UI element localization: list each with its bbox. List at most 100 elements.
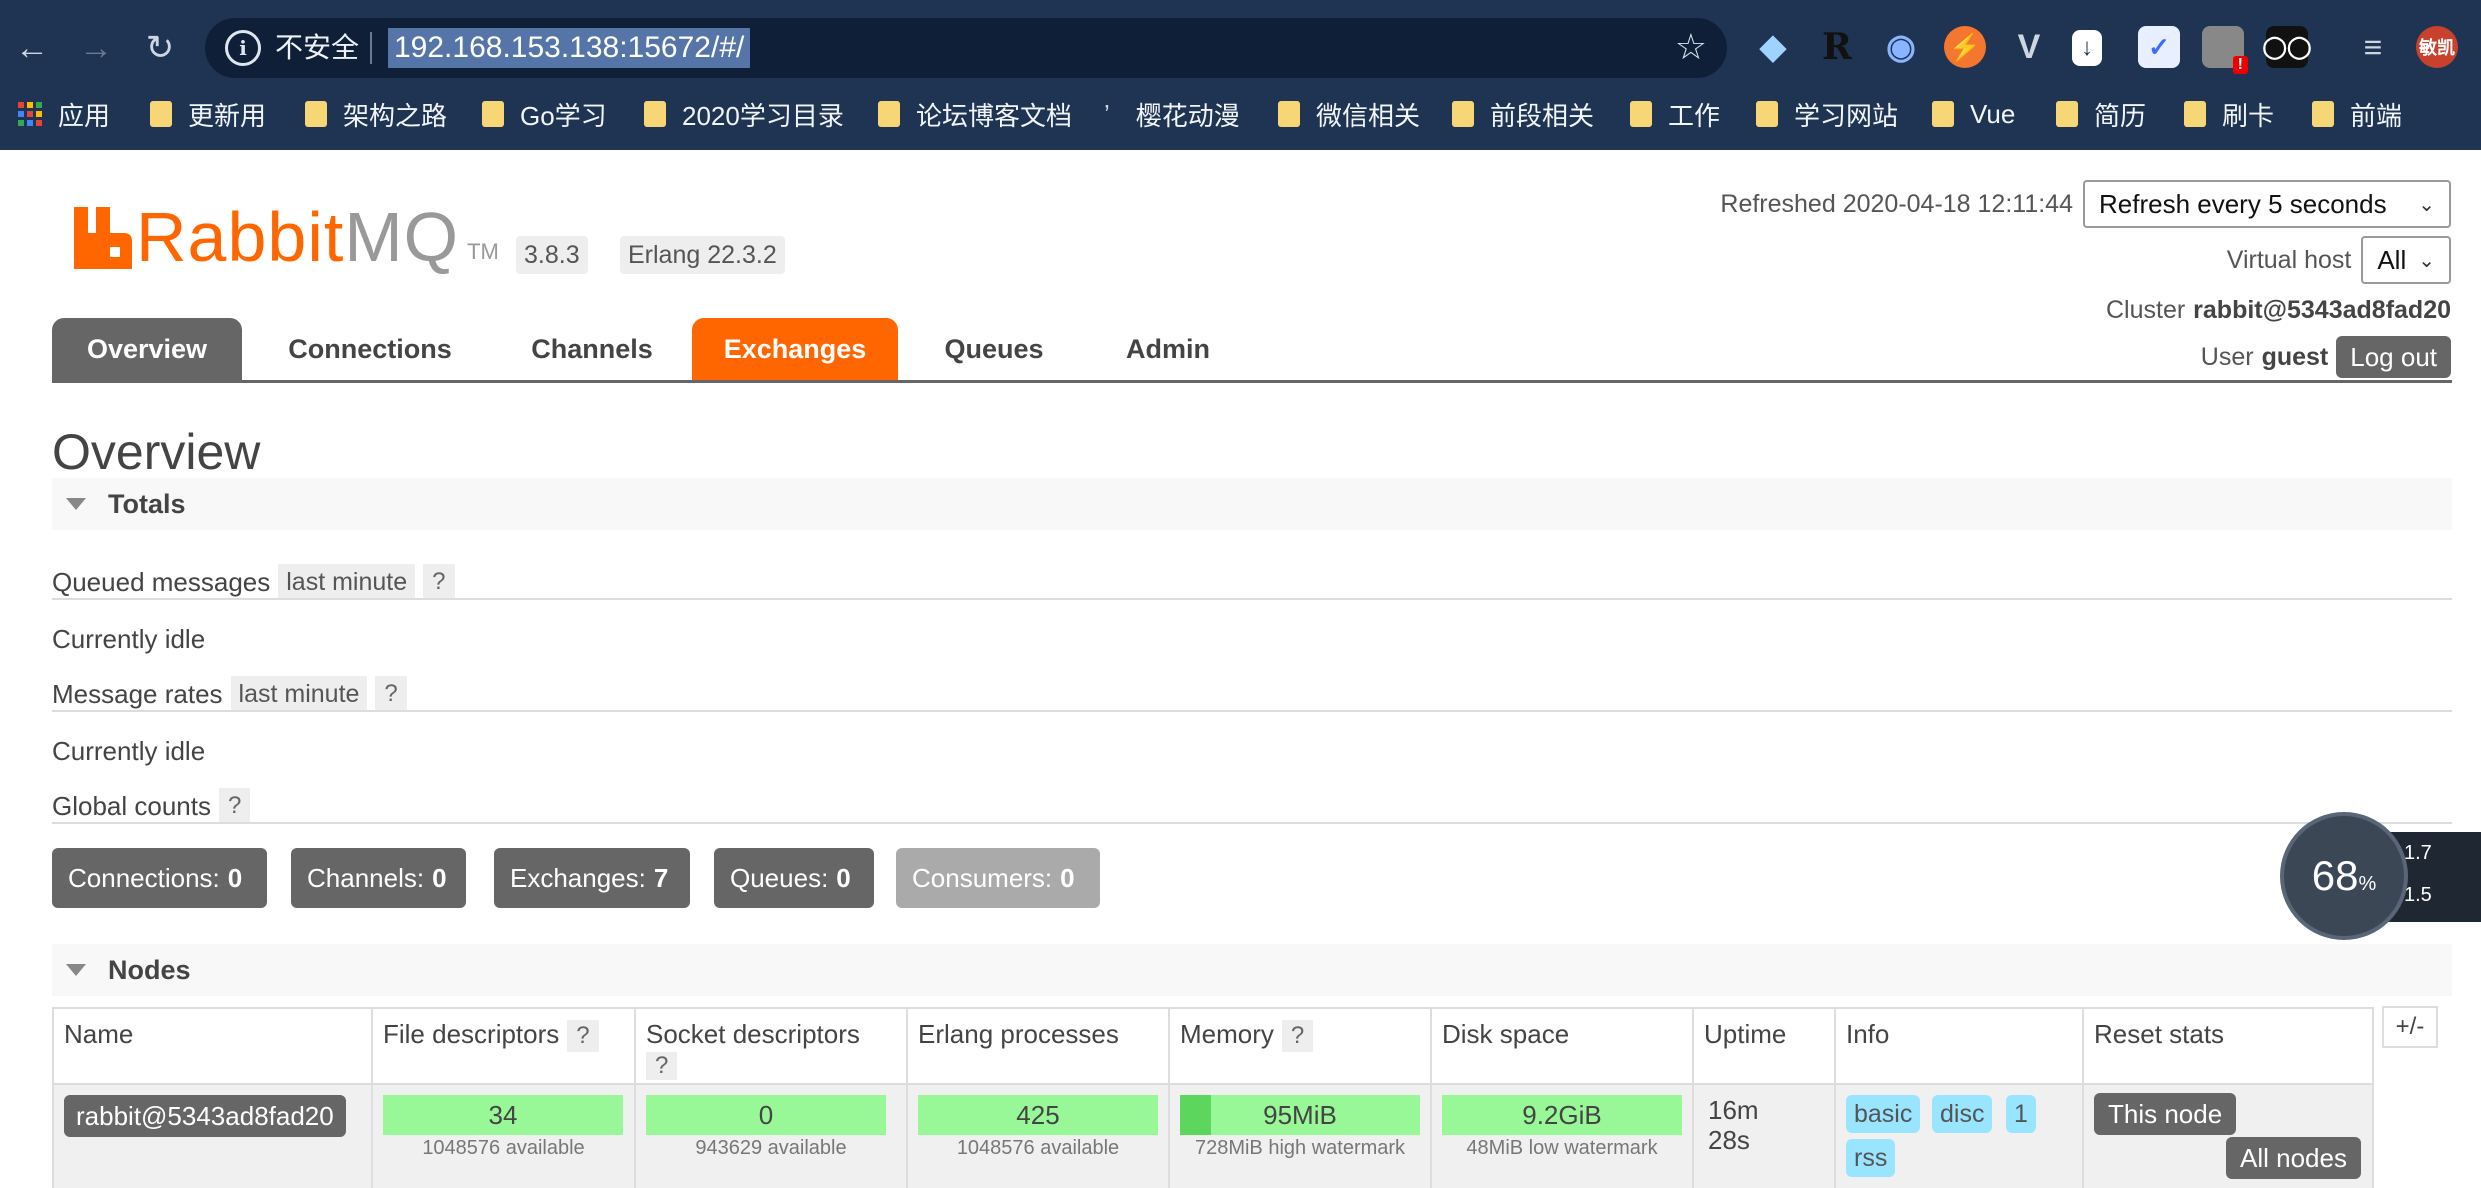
bookmark-link[interactable]: ’ 樱花动漫 bbox=[1104, 92, 1240, 136]
back-icon[interactable]: ← bbox=[8, 24, 56, 72]
puzzle-extension-icon[interactable]: ! bbox=[2202, 26, 2248, 74]
reload-icon[interactable]: ↻ bbox=[136, 24, 184, 72]
help-button[interactable]: ? bbox=[646, 1052, 678, 1080]
download-speed: 1.5 bbox=[2404, 884, 2432, 906]
divider bbox=[52, 710, 2452, 712]
bookmark-folder[interactable]: Go学习 bbox=[482, 92, 607, 136]
diamond-extension-icon[interactable]: ◆ bbox=[1752, 26, 1794, 68]
address-bar[interactable]: i 不安全 192.168.153.138:15672/#/ ☆ bbox=[205, 18, 1727, 78]
bookmark-apps[interactable]: 应用 bbox=[18, 92, 110, 136]
profile-avatar[interactable]: 敏凯 bbox=[2416, 26, 2458, 68]
vue-extension-icon[interactable]: V bbox=[2008, 26, 2050, 68]
bookmark-label: 2020学习目录 bbox=[682, 100, 844, 131]
connections-count-button[interactable]: Connections: 0 bbox=[52, 848, 267, 908]
tab-admin[interactable]: Admin bbox=[1088, 318, 1248, 380]
queues-count-button[interactable]: Queues: 0 bbox=[714, 848, 874, 908]
memory-bar: 95MiB bbox=[1180, 1095, 1420, 1135]
column-header-file-descriptors: File descriptors? bbox=[373, 1009, 636, 1083]
bookmark-folder[interactable]: 学习网站 bbox=[1756, 92, 1898, 136]
bookmark-folder[interactable]: 工作 bbox=[1630, 92, 1720, 136]
cell-node-name: rabbit@5343ad8fad20 bbox=[54, 1083, 373, 1188]
help-button[interactable]: ? bbox=[1281, 1020, 1314, 1052]
columns-toggle-button[interactable]: +/- bbox=[2382, 1006, 2438, 1048]
rabbitmq-version-badge: 3.8.3 bbox=[516, 236, 588, 274]
help-button[interactable]: ? bbox=[423, 564, 455, 600]
virtual-host-label: Virtual host bbox=[2226, 245, 2352, 274]
rocket-extension-icon[interactable]: ⚡ bbox=[1944, 26, 1986, 68]
bookmark-label: 更新用 bbox=[188, 100, 267, 131]
bookmark-folder[interactable]: 更新用 bbox=[150, 92, 266, 136]
help-button[interactable]: ? bbox=[567, 1020, 599, 1052]
nodes-section-header[interactable]: Nodes bbox=[52, 944, 2452, 996]
info-tag: disc bbox=[1932, 1095, 1993, 1133]
site-info-icon[interactable]: i bbox=[225, 30, 261, 66]
tab-exchanges[interactable]: Exchanges bbox=[692, 318, 898, 380]
channels-count-button[interactable]: Channels: 0 bbox=[291, 848, 466, 908]
node-name-link[interactable]: rabbit@5343ad8fad20 bbox=[64, 1095, 346, 1137]
help-button[interactable]: ? bbox=[375, 676, 407, 712]
virtual-host-select[interactable]: All ⌄ bbox=[2361, 236, 2451, 284]
download-extension-icon[interactable]: ↓ bbox=[2072, 30, 2102, 66]
media-queue-icon[interactable]: ≡ bbox=[2352, 26, 2394, 68]
rates-range-selector[interactable]: last minute bbox=[230, 676, 368, 712]
folder-icon bbox=[482, 101, 504, 127]
cell-socket-descriptors: 0 943629 available bbox=[636, 1083, 908, 1188]
tab-queues[interactable]: Queues bbox=[908, 318, 1080, 380]
refresh-interval-select[interactable]: Refresh every 5 seconds ⌄ bbox=[2083, 180, 2451, 228]
consumers-count-button[interactable]: Consumers: 0 bbox=[896, 848, 1100, 908]
logo-tm-text: TM bbox=[467, 239, 499, 264]
bookmark-star-icon[interactable]: ☆ bbox=[1675, 26, 1707, 68]
column-header-uptime: Uptime bbox=[1694, 1009, 1836, 1083]
count-label: Connections: bbox=[68, 862, 220, 893]
bookmark-folder[interactable]: 前端 bbox=[2312, 92, 2402, 136]
folder-icon bbox=[1452, 101, 1474, 127]
queued-messages-row: Queued messages last minute ? bbox=[52, 562, 455, 602]
cell-memory: 95MiB 728MiB high watermark bbox=[1170, 1083, 1432, 1188]
bookmark-folder[interactable]: 微信相关 bbox=[1278, 92, 1420, 136]
reset-this-node-button[interactable]: This node bbox=[2094, 1093, 2237, 1135]
tab-connections[interactable]: Connections bbox=[252, 318, 488, 380]
column-header-name: Name bbox=[54, 1009, 373, 1083]
folder-icon bbox=[1278, 101, 1300, 127]
glasses-extension-icon[interactable]: ◯◯ bbox=[2262, 26, 2312, 68]
message-rates-status: Currently idle bbox=[52, 736, 206, 766]
tab-channels[interactable]: Channels bbox=[492, 318, 692, 380]
cell-info: basic disc 1 rss bbox=[1836, 1083, 2084, 1188]
bookmark-label: 论坛博客文档 bbox=[916, 100, 1073, 131]
file-descriptors-available: 1048576 available bbox=[422, 1137, 585, 1159]
page-title: Overview bbox=[52, 424, 261, 480]
tab-overview[interactable]: Overview bbox=[52, 318, 242, 380]
bookmark-folder[interactable]: 刷卡 bbox=[2184, 92, 2274, 136]
erlang-processes-available: 1048576 available bbox=[956, 1137, 1120, 1159]
bookmark-folder[interactable]: 前段相关 bbox=[1452, 92, 1594, 136]
info-tag: rss bbox=[1846, 1139, 1896, 1177]
network-speed-widget[interactable]: ↑ 1.7 ↓ 1.5 68% bbox=[2284, 816, 2481, 936]
bookmark-folder[interactable]: 2020学习目录 bbox=[644, 92, 844, 136]
totals-section-header[interactable]: Totals bbox=[52, 478, 2452, 530]
collapse-triangle-icon bbox=[66, 964, 86, 976]
bookmark-label: 学习网站 bbox=[1794, 100, 1899, 131]
address-separator bbox=[370, 32, 372, 64]
main-tabs: Overview Connections Channels Exchanges … bbox=[52, 318, 2452, 383]
help-button[interactable]: ? bbox=[218, 788, 251, 824]
bookmark-label: 刷卡 bbox=[2222, 100, 2275, 131]
feather-extension-icon[interactable]: ✓ bbox=[2138, 26, 2180, 68]
column-header-erlang-processes: Erlang processes bbox=[908, 1009, 1170, 1083]
exchanges-count-button[interactable]: Exchanges: 7 bbox=[494, 848, 690, 908]
bookmark-label: 前端 bbox=[2350, 100, 2403, 131]
rabbitmq-logo: Rabbit MQ TM bbox=[74, 197, 499, 277]
r-extension-icon[interactable]: R bbox=[1816, 26, 1858, 68]
url-text[interactable]: 192.168.153.138:15672/#/ bbox=[388, 28, 751, 68]
forward-icon[interactable]: → bbox=[72, 24, 120, 72]
bookmark-folder[interactable]: Vue bbox=[1932, 92, 2015, 136]
count-value: 7 bbox=[653, 862, 669, 893]
reset-all-nodes-button[interactable]: All nodes bbox=[2226, 1137, 2361, 1179]
bookmark-folder[interactable]: 论坛博客文档 bbox=[878, 92, 1072, 136]
bookmark-folder[interactable]: 简历 bbox=[2056, 92, 2146, 136]
bookmark-folder[interactable]: 架构之路 bbox=[305, 92, 447, 136]
queued-messages-label: Queued messages bbox=[52, 566, 271, 597]
count-value: 0 bbox=[432, 862, 447, 893]
collapse-triangle-icon bbox=[66, 498, 86, 510]
queued-range-selector[interactable]: last minute bbox=[278, 564, 416, 600]
circle-extension-icon[interactable]: ◉ bbox=[1880, 26, 1922, 68]
